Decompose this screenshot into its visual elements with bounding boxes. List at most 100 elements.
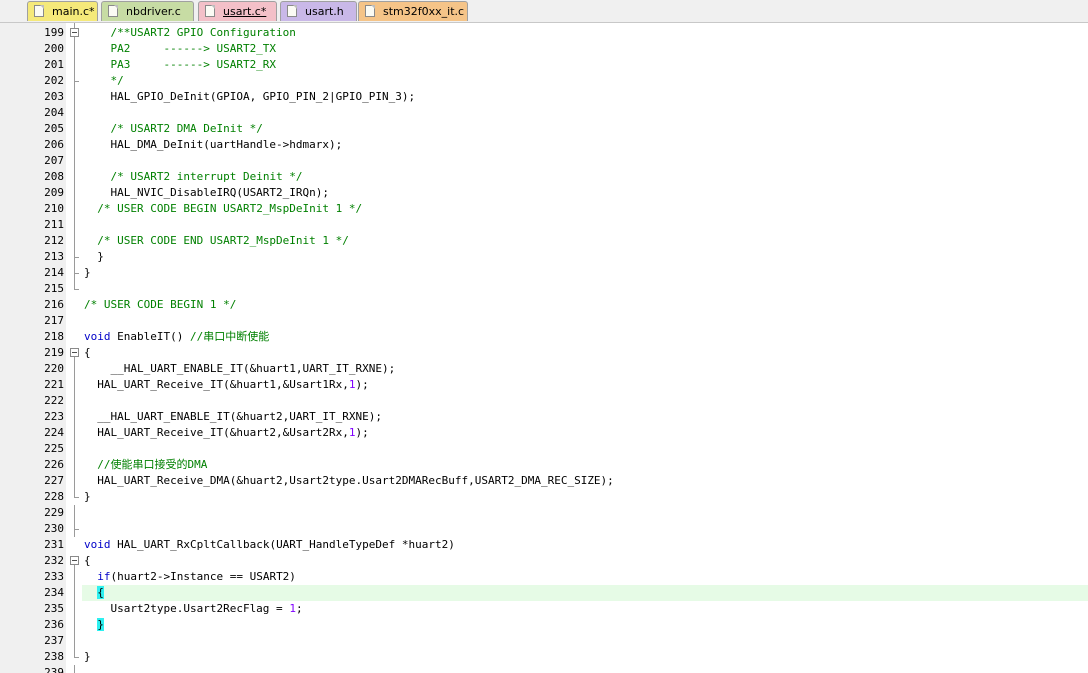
line-number: 234 (44, 586, 64, 599)
code-line-234[interactable]: 234 { (0, 585, 1088, 601)
code-line-215[interactable]: 215 (0, 281, 1088, 297)
line-number: 230 (44, 522, 64, 535)
code-line-227[interactable]: 227 HAL_UART_Receive_DMA(&huart2,Usart2t… (0, 473, 1088, 489)
file-icon (205, 5, 215, 17)
line-number: 206 (44, 138, 64, 151)
code-line-235[interactable]: 235 Usart2type.Usart2RecFlag = 1; (0, 601, 1088, 617)
line-number: 209 (44, 186, 64, 199)
fold-collapse-icon[interactable] (70, 556, 79, 565)
code-line-230[interactable]: 230 (0, 521, 1088, 537)
line-number: 216 (44, 298, 64, 311)
code-line-199[interactable]: 199 /**USART2 GPIO Configuration (0, 25, 1088, 41)
code-text: Usart2type.Usart2RecFlag = 1; (84, 602, 303, 615)
code-line-219[interactable]: 219 { (0, 345, 1088, 361)
code-text: } (84, 266, 91, 279)
code-line-238[interactable]: 238} (0, 649, 1088, 665)
code-text: */ (84, 74, 124, 87)
code-text: HAL_UART_Receive_IT(&huart1,&Usart1Rx,1)… (84, 378, 369, 391)
file-tab-4[interactable]: stm32f0xx_it.c (358, 1, 468, 21)
code-line-212[interactable]: 212 /* USER CODE END USART2_MspDeInit 1 … (0, 233, 1088, 249)
line-number: 231 (44, 538, 64, 551)
code-line-217[interactable]: 217 (0, 313, 1088, 329)
code-editor[interactable]: 199 /**USART2 GPIO Configuration 200 PA2 … (0, 23, 1088, 673)
file-tab-0[interactable]: main.c* (27, 1, 98, 21)
code-line-216[interactable]: 216 /* USER CODE BEGIN 1 */ (0, 297, 1088, 313)
line-number: 232 (44, 554, 64, 567)
code-line-201[interactable]: 201 PA3 ------> USART2_RX (0, 57, 1088, 73)
line-number: 218 (44, 330, 64, 343)
code-text: /* USER CODE BEGIN USART2_MspDeInit 1 */ (97, 202, 363, 215)
code-line-220[interactable]: 220 __HAL_UART_ENABLE_IT(&huart1,UART_IT… (0, 361, 1088, 377)
code-text: } (84, 250, 104, 263)
code-line-229[interactable]: 229 (0, 505, 1088, 521)
line-number: 227 (44, 474, 64, 487)
line-number: 210 (44, 202, 64, 215)
code-text: HAL_UART_Receive_IT(&huart2,&Usart2Rx,1)… (84, 426, 369, 439)
code-text: void EnableIT() //串口中断使能 (84, 330, 270, 343)
line-number: 221 (44, 378, 64, 391)
file-icon (108, 5, 118, 17)
code-line-239[interactable]: 239 (0, 665, 1088, 673)
code-text: HAL_UART_Receive_DMA(&huart2,Usart2type.… (84, 474, 614, 487)
code-line-214[interactable]: 214} (0, 265, 1088, 281)
code-line-233[interactable]: 233 if(huart2->Instance == USART2) (0, 569, 1088, 585)
code-line-211[interactable]: 211 (0, 217, 1088, 233)
code-line-204[interactable]: 204 (0, 105, 1088, 121)
fold-end-tick (74, 273, 79, 274)
line-number: 239 (44, 666, 64, 673)
code-line-209[interactable]: 209 HAL_NVIC_DisableIRQ(USART2_IRQn); (0, 185, 1088, 201)
code-line-228[interactable]: 228} (0, 489, 1088, 505)
line-number: 237 (44, 634, 64, 647)
code-line-231[interactable]: 231 void HAL_UART_RxCpltCallback(UART_Han… (0, 537, 1088, 553)
code-text: { (84, 554, 91, 567)
code-line-232[interactable]: 232 { (0, 553, 1088, 569)
code-line-206[interactable]: 206 HAL_DMA_DeInit(uartHandle->hdmarx); (0, 137, 1088, 153)
code-line-237[interactable]: 237 (0, 633, 1088, 649)
file-tab-2[interactable]: usart.c* (198, 1, 277, 21)
code-text: HAL_GPIO_DeInit(GPIOA, GPIO_PIN_2|GPIO_P… (84, 90, 416, 103)
code-line-205[interactable]: 205 /* USART2 DMA DeInit */ (0, 121, 1088, 137)
file-tab-label: usart.h (305, 5, 344, 18)
line-number: 228 (44, 490, 64, 503)
fold-collapse-icon[interactable] (70, 348, 79, 357)
line-number: 236 (44, 618, 64, 631)
file-tab-label: stm32f0xx_it.c (383, 5, 465, 18)
code-line-203[interactable]: 203 HAL_GPIO_DeInit(GPIOA, GPIO_PIN_2|GP… (0, 89, 1088, 105)
fold-collapse-icon[interactable] (70, 28, 79, 37)
code-line-222[interactable]: 222 (0, 393, 1088, 409)
line-number: 222 (44, 394, 64, 407)
file-icon (365, 5, 375, 17)
code-line-225[interactable]: 225 (0, 441, 1088, 457)
code-text: void HAL_UART_RxCpltCallback(UART_Handle… (84, 538, 455, 551)
file-tab-1[interactable]: nbdriver.c (101, 1, 194, 21)
line-number: 202 (44, 74, 64, 87)
line-number: 200 (44, 42, 64, 55)
code-line-218[interactable]: 218 void EnableIT() //串口中断使能 (0, 329, 1088, 345)
fold-end-tick (74, 257, 79, 258)
fold-end-tick (74, 81, 79, 82)
file-icon (34, 5, 44, 17)
code-line-223[interactable]: 223 __HAL_UART_ENABLE_IT(&huart2,UART_IT… (0, 409, 1088, 425)
code-text: { (97, 586, 104, 599)
code-line-221[interactable]: 221 HAL_UART_Receive_IT(&huart1,&Usart1R… (0, 377, 1088, 393)
code-text: if(huart2->Instance == USART2) (97, 570, 296, 583)
file-tab-label: nbdriver.c (126, 5, 181, 18)
code-line-213[interactable]: 213 } (0, 249, 1088, 265)
line-number: 205 (44, 122, 64, 135)
file-tab-3[interactable]: usart.h (280, 1, 357, 21)
code-line-210[interactable]: 210 /* USER CODE BEGIN USART2_MspDeInit … (0, 201, 1088, 217)
line-number: 199 (44, 26, 64, 39)
current-line-highlight (82, 585, 1088, 601)
code-line-226[interactable]: 226 //使能串口接受的DMA (0, 457, 1088, 473)
code-line-236[interactable]: 236 } (0, 617, 1088, 633)
line-number: 219 (44, 346, 64, 359)
code-text: //使能串口接受的DMA (97, 458, 208, 471)
code-line-224[interactable]: 224 HAL_UART_Receive_IT(&huart2,&Usart2R… (0, 425, 1088, 441)
code-line-207[interactable]: 207 (0, 153, 1088, 169)
code-line-208[interactable]: 208 /* USART2 interrupt Deinit */ (0, 169, 1088, 185)
code-line-200[interactable]: 200 PA2 ------> USART2_TX (0, 41, 1088, 57)
code-line-202[interactable]: 202 */ (0, 73, 1088, 89)
line-number: 229 (44, 506, 64, 519)
line-number: 233 (44, 570, 64, 583)
line-number: 211 (44, 218, 64, 231)
